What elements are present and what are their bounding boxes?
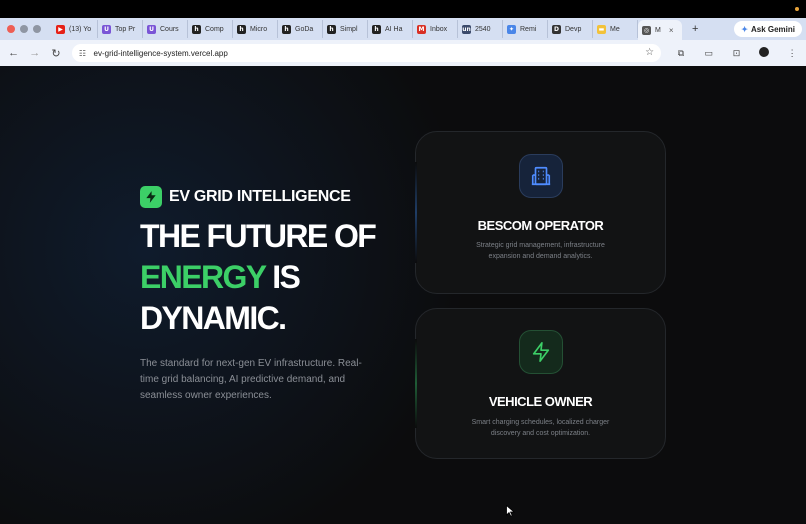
site-icon: un: [462, 24, 471, 34]
tab-title: (13) Yo: [69, 25, 92, 33]
card-description: Strategic grid management, infrastructur…: [476, 242, 605, 260]
site-icon: U: [102, 24, 111, 34]
site-icon: h: [327, 24, 336, 34]
cast-icon[interactable]: ▭: [695, 48, 723, 59]
site-icon: ✦: [507, 24, 516, 34]
site-icon: D: [552, 24, 561, 34]
site-icon: ▬: [597, 24, 606, 34]
ask-gemini-button[interactable]: ✦ Ask Gemini: [734, 21, 802, 37]
tab-bar: ▶ (13) Yo U Top Pr U Cours h Comp h Micro h GoDa h Si…: [0, 18, 806, 40]
minimize-window-button[interactable]: [20, 25, 28, 33]
role-card-operator[interactable]: BESCOM OPERATOR Strategic grid managemen…: [415, 131, 666, 294]
page-content: EV GRID INTELLIGENCE THE FUTURE OF ENERG…: [0, 66, 806, 524]
gmail-icon: M: [417, 24, 426, 34]
browser-tab[interactable]: M Inbox: [413, 20, 458, 38]
headline-energy: ENERGY: [140, 259, 267, 295]
tab-title: Top Pr: [115, 25, 136, 33]
role-card-owner[interactable]: VEHICLE OWNER Smart charging schedules, …: [415, 308, 666, 459]
headline-line-3: DYNAMIC.: [140, 300, 287, 336]
tab-title: Simpl: [340, 25, 358, 33]
headline-line-2: ENERGY IS: [140, 257, 375, 298]
tab-title: Micro: [250, 25, 268, 33]
card-title: BESCOM OPERATOR: [477, 218, 604, 233]
site-icon: h: [372, 24, 381, 34]
address-bar[interactable]: ☷ ev-grid-intelligence-system.vercel.app…: [71, 44, 662, 62]
browser-tab[interactable]: h Simpl: [323, 20, 368, 38]
ask-gemini-label: Ask Gemini: [750, 24, 795, 34]
browser-toolbar: ← → ↻ ☷ ev-grid-intelligence-system.verc…: [0, 40, 806, 66]
brand-name: EV GRID INTELLIGENCE: [169, 188, 351, 205]
extensions-icon[interactable]: ⧉: [667, 48, 695, 59]
browser-tab[interactable]: ✦ Remi: [503, 20, 548, 38]
site-icon: h: [282, 24, 291, 34]
tab-title: M: [655, 26, 661, 34]
forward-button[interactable]: →: [25, 47, 44, 59]
close-tab-icon[interactable]: ×: [669, 26, 674, 35]
lightning-logo-icon: [140, 186, 162, 208]
mouse-cursor-icon: [506, 505, 515, 517]
browser-tab[interactable]: h Comp: [188, 20, 233, 38]
browser-tab[interactable]: h GoDa: [278, 20, 323, 38]
window-controls: [0, 25, 52, 33]
card-description: Smart charging schedules, localized char…: [471, 419, 610, 437]
site-info-icon[interactable]: ☷: [78, 48, 88, 58]
tab-title: GoDa: [295, 25, 314, 33]
hero-headline: THE FUTURE OF ENERGY IS DYNAMIC.: [140, 216, 377, 339]
youtube-icon: ▶: [56, 24, 65, 34]
browser-tab[interactable]: h Micro: [233, 20, 278, 38]
card-title: VEHICLE OWNER: [488, 394, 593, 409]
headline-is: IS: [264, 259, 301, 295]
site-icon: h: [237, 24, 246, 34]
browser-tab[interactable]: U Top Pr: [98, 20, 143, 38]
browser-tab[interactable]: un 2540: [458, 20, 503, 38]
profile-avatar[interactable]: [750, 47, 778, 59]
tab-title: AI Ha: [385, 25, 403, 33]
browser-tab[interactable]: ▬ Me: [593, 20, 638, 38]
notification-dot: [795, 7, 799, 11]
menu-kebab-icon[interactable]: ⋮: [778, 48, 806, 59]
headline-line-1: THE FUTURE OF: [140, 218, 377, 254]
building-icon: [519, 154, 563, 198]
tab-title: Inbox: [430, 25, 448, 33]
tab-title: Remi: [520, 25, 537, 33]
maximize-window-button[interactable]: [33, 25, 41, 33]
tab-strip: ▶ (13) Yo U Top Pr U Cours h Comp h Micro h GoDa h Si…: [52, 18, 682, 40]
url-text: ev-grid-intelligence-system.vercel.app: [93, 48, 228, 58]
browser-tab[interactable]: h AI Ha: [368, 20, 413, 38]
tab-title: 2540: [475, 25, 491, 33]
browser-tab[interactable]: U Cours: [143, 20, 188, 38]
bookmark-star-icon[interactable]: ☆: [645, 47, 654, 58]
globe-icon: ◎: [642, 25, 651, 35]
lightning-icon: [519, 330, 563, 374]
site-icon: U: [147, 24, 156, 34]
browser-tab[interactable]: D Devp: [548, 20, 593, 38]
tab-title: Devp: [565, 25, 582, 33]
new-tab-button[interactable]: +: [692, 23, 698, 35]
site-icon: h: [192, 24, 201, 34]
tab-title: Cours: [160, 25, 179, 33]
tab-title: Me: [610, 25, 620, 33]
hero-description: The standard for next-gen EV infrastruct…: [140, 358, 362, 401]
top-strip: [0, 0, 806, 18]
tab-title: Comp: [205, 25, 224, 33]
gemini-icon: ✦: [741, 24, 748, 34]
browser-tab[interactable]: ▶ (13) Yo: [52, 20, 98, 38]
screenshot-icon[interactable]: ⊡: [723, 48, 751, 59]
back-button[interactable]: ←: [4, 47, 23, 59]
close-window-button[interactable]: [7, 25, 15, 33]
reload-button[interactable]: ↻: [46, 47, 65, 60]
brand: EV GRID INTELLIGENCE: [140, 186, 351, 208]
browser-tab[interactable]: ◎ M ×: [638, 20, 682, 40]
